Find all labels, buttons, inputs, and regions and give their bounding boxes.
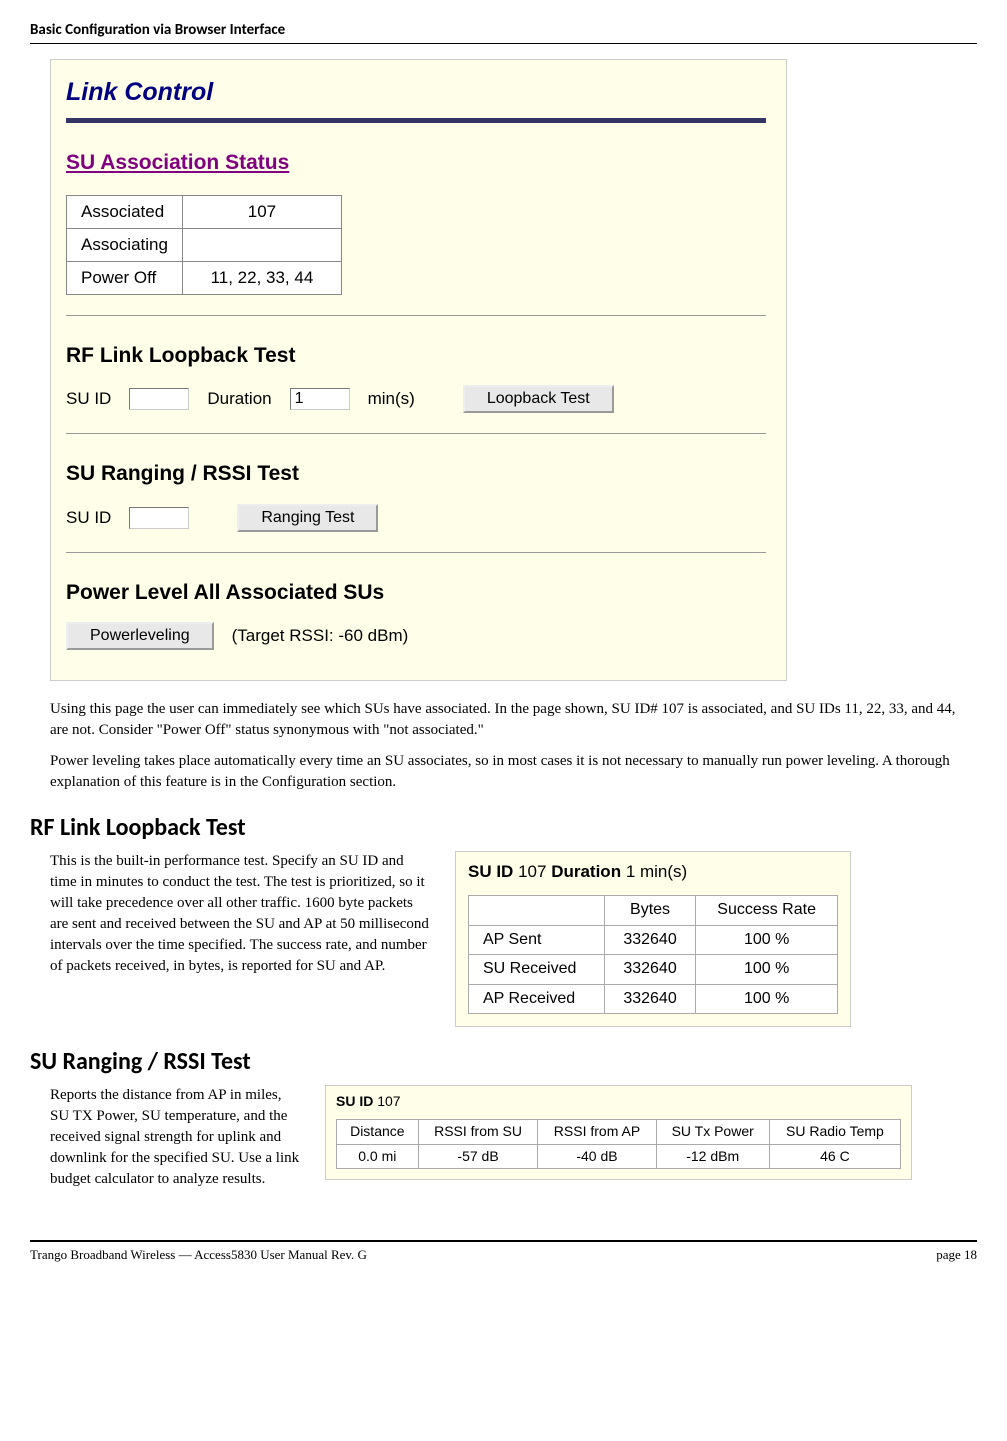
suid-label: SU ID xyxy=(66,387,111,411)
table-row: SU Received 332640 100 % xyxy=(469,955,838,984)
bytes-value: 332640 xyxy=(604,984,695,1013)
table-header-row: Bytes Success Rate xyxy=(469,896,838,925)
suid-label: SU ID xyxy=(468,862,513,881)
table-row: AP Received 332640 100 % xyxy=(469,984,838,1013)
col-header xyxy=(469,896,605,925)
row-label: AP Received xyxy=(469,984,605,1013)
loopback-result-table: Bytes Success Rate AP Sent 332640 100 % … xyxy=(468,895,838,1014)
ranging-doc-heading: SU Ranging / RSSI Test xyxy=(30,1045,977,1079)
loopback-doc-heading: RF Link Loopback Test xyxy=(30,811,977,845)
table-row: 0.0 mi -57 dB -40 dB -12 dBm 46 C xyxy=(337,1144,901,1169)
col-header: Bytes xyxy=(604,896,695,925)
footer-left: Trango Broadband Wireless — Access5830 U… xyxy=(30,1246,367,1264)
ranging-heading: SU Ranging / RSSI Test xyxy=(66,459,766,488)
suid-label: SU ID xyxy=(336,1093,373,1109)
divider xyxy=(66,118,766,123)
suid-label: SU ID xyxy=(66,506,111,530)
ranging-result-header: SU ID 107 xyxy=(336,1092,901,1112)
suid-value: 107 xyxy=(518,862,546,881)
duration-input[interactable] xyxy=(290,388,350,410)
assoc-value: 11, 22, 33, 44 xyxy=(182,261,341,294)
col-header: SU Radio Temp xyxy=(769,1120,900,1145)
footer-right: page 18 xyxy=(936,1246,977,1264)
loopback-result-panel: SU ID 107 Duration 1 min(s) Bytes Succes… xyxy=(455,851,851,1027)
cell-value: -12 dBm xyxy=(656,1144,769,1169)
assoc-value: 107 xyxy=(182,196,341,229)
table-row: Power Off 11, 22, 33, 44 xyxy=(67,261,342,294)
table-header-row: Distance RSSI from SU RSSI from AP SU Tx… xyxy=(337,1120,901,1145)
ranging-text: Reports the distance from AP in miles, S… xyxy=(50,1085,300,1190)
table-row: AP Sent 332640 100 % xyxy=(469,925,838,954)
divider xyxy=(66,433,766,434)
ranging-form: SU ID Ranging Test xyxy=(66,504,766,532)
duration-value: 1 min(s) xyxy=(626,862,687,881)
page-header: Basic Configuration via Browser Interfac… xyxy=(30,20,977,44)
suid-input[interactable] xyxy=(129,388,189,410)
loopback-result-header: SU ID 107 Duration 1 min(s) xyxy=(468,860,838,884)
cell-value: -40 dB xyxy=(538,1144,656,1169)
body-paragraph: Using this page the user can immediately… xyxy=(50,699,957,741)
panel-title: Link Control xyxy=(66,75,766,110)
bytes-value: 332640 xyxy=(604,955,695,984)
rate-value: 100 % xyxy=(696,925,838,954)
bytes-value: 332640 xyxy=(604,925,695,954)
duration-unit: min(s) xyxy=(368,387,415,411)
rate-value: 100 % xyxy=(696,955,838,984)
page-footer: Trango Broadband Wireless — Access5830 U… xyxy=(30,1240,977,1264)
powerlevel-note: (Target RSSI: -60 dBm) xyxy=(232,624,409,648)
duration-label: Duration xyxy=(551,862,621,881)
row-label: AP Sent xyxy=(469,925,605,954)
loopback-text: This is the built-in performance test. S… xyxy=(50,851,430,977)
assoc-label: Associating xyxy=(67,229,183,262)
assoc-label: Power Off xyxy=(67,261,183,294)
link-control-panel: Link Control SU Association Status Assoc… xyxy=(50,59,787,681)
su-association-table: Associated 107 Associating Power Off 11,… xyxy=(66,195,342,294)
ranging-test-button[interactable]: Ranging Test xyxy=(237,504,378,532)
table-row: Associated 107 xyxy=(67,196,342,229)
row-label: SU Received xyxy=(469,955,605,984)
col-header: Distance xyxy=(337,1120,419,1145)
assoc-label: Associated xyxy=(67,196,183,229)
powerlevel-heading: Power Level All Associated SUs xyxy=(66,578,766,607)
cell-value: -57 dB xyxy=(418,1144,538,1169)
powerleveling-button[interactable]: Powerleveling xyxy=(66,622,214,650)
col-header: Success Rate xyxy=(696,896,838,925)
duration-label: Duration xyxy=(207,387,271,411)
suid-value: 107 xyxy=(377,1093,400,1109)
rate-value: 100 % xyxy=(696,984,838,1013)
col-header: SU Tx Power xyxy=(656,1120,769,1145)
loopback-test-button[interactable]: Loopback Test xyxy=(463,385,614,413)
powerlevel-form: Powerleveling (Target RSSI: -60 dBm) xyxy=(66,622,766,650)
divider xyxy=(66,315,766,316)
su-association-heading: SU Association Status xyxy=(66,148,766,177)
suid-input[interactable] xyxy=(129,507,189,529)
ranging-result-panel: SU ID 107 Distance RSSI from SU RSSI fro… xyxy=(325,1085,912,1181)
body-paragraph: Power leveling takes place automatically… xyxy=(50,751,957,793)
cell-value: 46 C xyxy=(769,1144,900,1169)
loopback-heading: RF Link Loopback Test xyxy=(66,341,766,370)
ranging-result-table: Distance RSSI from SU RSSI from AP SU Tx… xyxy=(336,1119,901,1169)
table-row: Associating xyxy=(67,229,342,262)
col-header: RSSI from AP xyxy=(538,1120,656,1145)
col-header: RSSI from SU xyxy=(418,1120,538,1145)
divider xyxy=(66,552,766,553)
loopback-form: SU ID Duration min(s) Loopback Test xyxy=(66,385,766,413)
assoc-value xyxy=(182,229,341,262)
cell-value: 0.0 mi xyxy=(337,1144,419,1169)
